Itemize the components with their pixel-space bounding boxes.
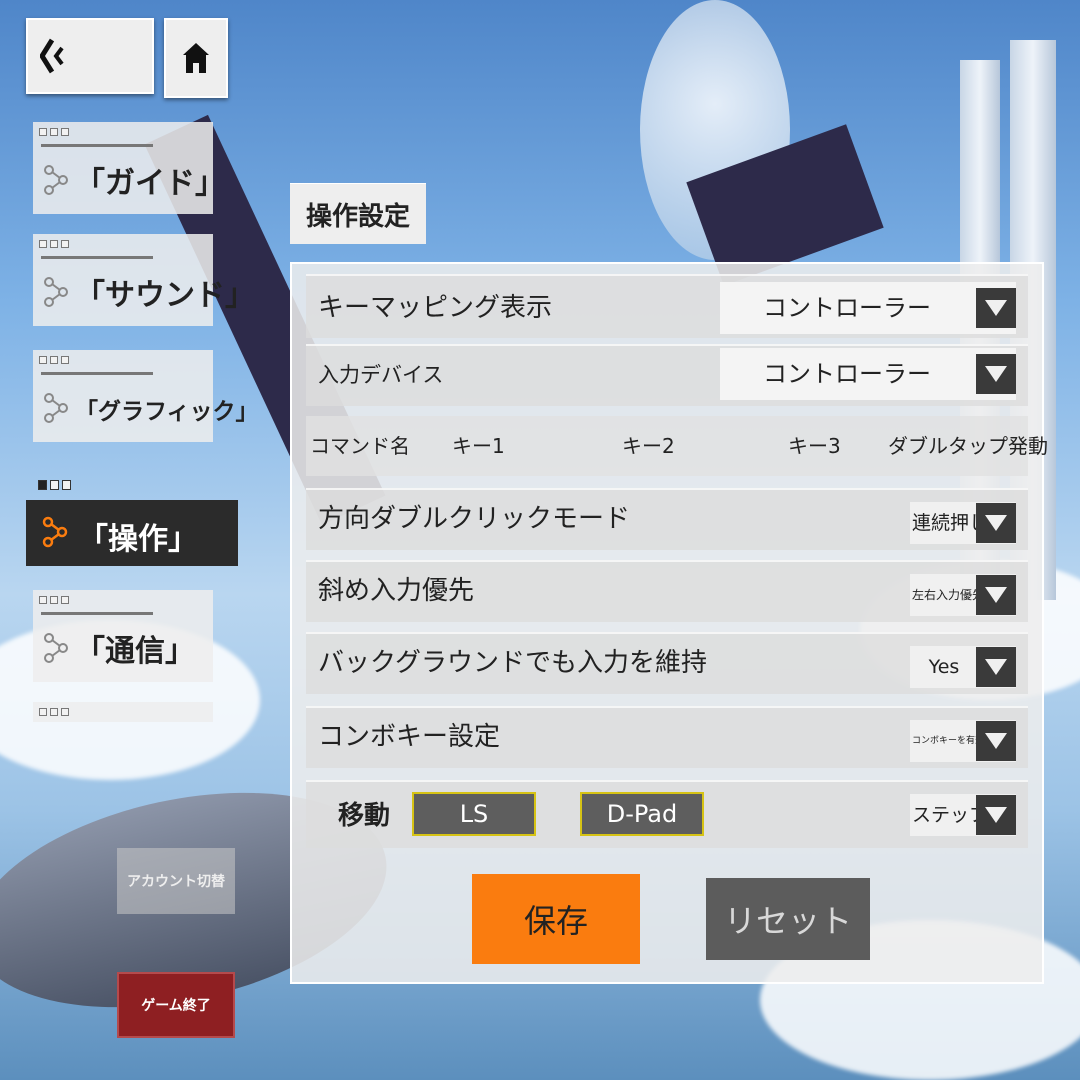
controls-settings-panel: キーマッピング表示 コントローラー 入力デバイス コントローラー コマンド名 キ… (290, 262, 1048, 984)
background-input-row: バックグラウンドでも入力を維持 Yes (306, 632, 1028, 694)
quit-game-button[interactable]: ゲーム終了 (117, 972, 235, 1038)
dropdown-arrow-icon[interactable] (976, 288, 1016, 328)
move-double-tap-value: ステップ (912, 804, 976, 826)
combo-key-row: コンボキー設定 コンボキーを有効化 (306, 706, 1028, 768)
dropdown-arrow-icon[interactable] (976, 575, 1016, 615)
header-key2: キー2 (622, 434, 675, 458)
input-device-value: コントローラー (763, 360, 931, 388)
panel-tab-title: 操作設定 (290, 184, 426, 244)
key-mapping-dropdown[interactable]: コントローラー (720, 282, 1016, 334)
nav-item-graphics[interactable]: 「グラフィック」 (33, 350, 259, 442)
move-double-tap-dropdown[interactable]: ステップ (910, 794, 1016, 836)
node-icon (44, 393, 68, 423)
dir-double-click-dropdown[interactable]: 連続押し (910, 502, 1016, 544)
combo-key-dropdown[interactable]: コンボキーを有効化 (910, 720, 1016, 762)
nav-item-more[interactable] (33, 702, 213, 722)
diagonal-priority-label: 斜め入力優先 (318, 576, 475, 606)
home-button[interactable] (164, 18, 228, 98)
dropdown-arrow-icon[interactable] (976, 503, 1016, 543)
nav-item-sound[interactable]: 「サウンド」 (33, 234, 255, 326)
dropdown-arrow-icon[interactable] (976, 647, 1016, 687)
dir-double-click-value: 連続押し (912, 512, 976, 534)
background-input-dropdown[interactable]: Yes (910, 646, 1016, 688)
input-device-row: 入力デバイス コントローラー (306, 344, 1028, 406)
background-input-value: Yes (928, 656, 960, 678)
nav-item-label: 「ガイド」 (75, 166, 225, 201)
background-input-label: バックグラウンドでも入力を維持 (318, 648, 707, 678)
header-key1: キー1 (452, 434, 505, 458)
reset-button[interactable]: リセット (706, 878, 870, 960)
nav-item-label: 「操作」 (78, 522, 198, 557)
active-indicator-dots (38, 480, 71, 490)
combo-key-label: コンボキー設定 (318, 722, 501, 752)
input-device-label: 入力デバイス (318, 363, 444, 387)
account-switch-button[interactable]: アカウント切替 (117, 848, 235, 914)
nav-item-label: 「サウンド」 (75, 278, 255, 313)
nav-item-controls[interactable]: 「操作」 (26, 500, 238, 566)
header-command-name: コマンド名 (310, 434, 410, 458)
diagonal-priority-row: 斜め入力優先 左右入力優先 (306, 560, 1028, 622)
key-mapping-label: キーマッピング表示 (318, 293, 553, 323)
back-arrow-icon (40, 38, 64, 74)
dropdown-arrow-icon[interactable] (976, 354, 1016, 394)
nav-item-network[interactable]: 「通信」 (33, 590, 213, 682)
move-key2-button[interactable]: D-Pad (580, 792, 704, 836)
command-table-header: コマンド名 キー1 キー2 キー3 ダブルタップ発動 (306, 416, 1048, 476)
home-icon (183, 43, 209, 73)
node-icon (44, 277, 68, 307)
back-button[interactable] (26, 18, 154, 94)
node-icon (42, 516, 68, 548)
move-command-label: 移動 (338, 801, 391, 831)
save-button[interactable]: 保存 (472, 874, 640, 964)
move-command-row: 移動 LS D-Pad ステップ (306, 780, 1028, 848)
header-key3: キー3 (788, 434, 841, 458)
header-double-tap: ダブルタップ発動 (888, 434, 1048, 458)
diagonal-priority-dropdown[interactable]: 左右入力優先 (910, 574, 1016, 616)
nav-item-label: 「グラフィック」 (75, 399, 259, 425)
key-mapping-value: コントローラー (763, 294, 931, 322)
move-key1-button[interactable]: LS (412, 792, 536, 836)
key-mapping-row: キーマッピング表示 コントローラー (306, 274, 1028, 338)
dropdown-arrow-icon[interactable] (976, 795, 1016, 835)
dropdown-arrow-icon[interactable] (976, 721, 1016, 761)
diagonal-priority-value: 左右入力優先 (912, 588, 976, 602)
combo-key-value: コンボキーを有効化 (912, 736, 976, 746)
dir-double-click-label: 方向ダブルクリックモード (318, 504, 631, 534)
nav-item-guide[interactable]: 「ガイド」 (33, 122, 225, 214)
node-icon (44, 165, 68, 195)
dir-double-click-row: 方向ダブルクリックモード 連続押し (306, 488, 1028, 550)
input-device-dropdown[interactable]: コントローラー (720, 348, 1016, 400)
node-icon (44, 633, 68, 663)
nav-item-label: 「通信」 (75, 634, 195, 669)
